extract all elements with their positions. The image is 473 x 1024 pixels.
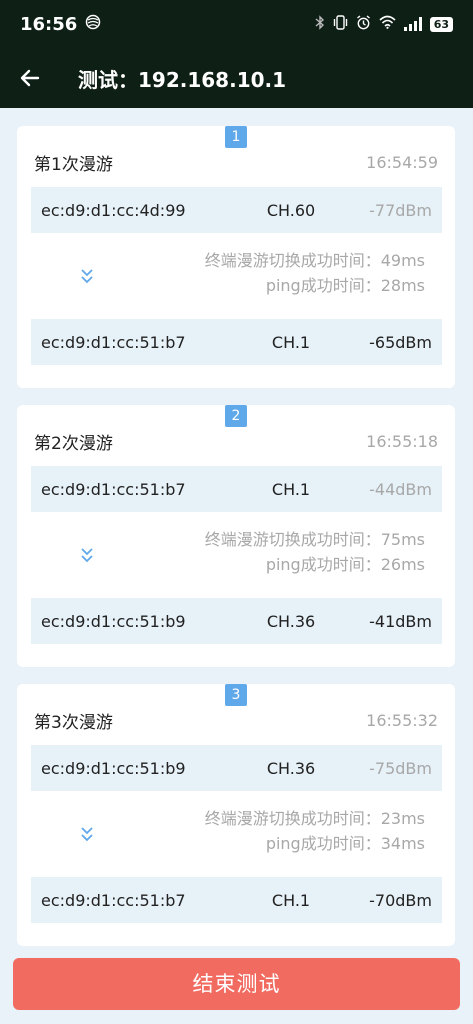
card-header: 第2次漫游 16:55:18	[17, 429, 455, 454]
ap-mac: ec:d9:d1:cc:51:b9	[41, 758, 186, 778]
roam-timing-info: 终端漫游切换成功时间：23ms ping成功时间：34ms	[205, 806, 425, 856]
target-ap-row: ec:d9:d1:cc:51:b7 CH.1 -65dBm	[31, 319, 442, 365]
status-icons: 63	[315, 14, 453, 34]
ping-time-text: ping成功时间：28ms	[265, 276, 425, 295]
roam-record-card: 2 第2次漫游 16:55:18 ec:d9:d1:cc:51:b7 CH.1 …	[17, 405, 455, 667]
target-ap-row: ec:d9:d1:cc:51:b9 CH.36 -41dBm	[31, 598, 442, 644]
ap-mac: ec:d9:d1:cc:51:b7	[41, 332, 186, 352]
ap-mac: ec:d9:d1:cc:51:b9	[41, 611, 186, 631]
roam-record-card: 1 第1次漫游 16:54:59 ec:d9:d1:cc:4d:99 CH.60…	[17, 126, 455, 388]
ap-channel: CH.1	[271, 479, 311, 499]
roam-transition: 终端漫游切换成功时间：23ms ping成功时间：34ms	[17, 804, 455, 874]
carrier-icon	[85, 14, 101, 34]
record-title: 第3次漫游	[34, 712, 113, 733]
record-index-badge: 3	[225, 684, 247, 706]
record-time: 16:55:32	[366, 710, 438, 730]
roam-record-card: 3 第3次漫游 16:55:32 ec:d9:d1:cc:51:b9 CH.36…	[17, 684, 455, 946]
switch-time-text: 终端漫游切换成功时间：49ms	[204, 251, 425, 270]
source-ap-row: ec:d9:d1:cc:4d:99 CH.60 -77dBm	[31, 187, 442, 233]
vibrate-icon	[333, 14, 348, 34]
double-chevron-down-icon	[80, 826, 94, 846]
ap-rssi: -44dBm	[369, 479, 432, 499]
source-ap-row: ec:d9:d1:cc:51:b7 CH.1 -44dBm	[31, 466, 442, 512]
ap-rssi: -41dBm	[369, 611, 432, 631]
ap-channel: CH.1	[271, 890, 311, 910]
record-index-badge: 2	[225, 405, 247, 427]
record-title: 第2次漫游	[34, 433, 113, 454]
signal-icon	[403, 17, 422, 31]
double-chevron-down-icon	[80, 547, 94, 567]
ap-channel: CH.36	[266, 611, 316, 631]
wifi-icon	[379, 15, 396, 33]
switch-time-text: 终端漫游切换成功时间：23ms	[204, 809, 425, 828]
roam-transition: 终端漫游切换成功时间：75ms ping成功时间：26ms	[17, 525, 455, 595]
end-test-button[interactable]: 结束测试	[13, 958, 460, 1010]
bluetooth-icon	[315, 14, 325, 34]
record-title: 第1次漫游	[34, 154, 113, 175]
card-header: 第1次漫游 16:54:59	[17, 150, 455, 175]
double-chevron-down-icon	[80, 268, 94, 288]
record-time: 16:54:59	[366, 152, 438, 172]
roam-transition: 终端漫游切换成功时间：49ms ping成功时间：28ms	[17, 246, 455, 316]
back-arrow-icon[interactable]	[0, 48, 60, 108]
switch-time-text: 终端漫游切换成功时间：75ms	[204, 530, 425, 549]
ap-channel: CH.1	[271, 332, 311, 352]
ap-rssi: -77dBm	[369, 200, 432, 220]
ap-mac: ec:d9:d1:cc:4d:99	[41, 200, 186, 220]
ap-channel: CH.36	[266, 758, 316, 778]
app-bar: 测试：192.168.10.1	[0, 48, 473, 108]
roam-timing-info: 终端漫游切换成功时间：75ms ping成功时间：26ms	[205, 527, 425, 577]
ap-channel: CH.60	[266, 200, 316, 220]
target-ap-row: ec:d9:d1:cc:51:b7 CH.1 -70dBm	[31, 877, 442, 923]
record-time: 16:55:18	[366, 431, 438, 451]
alarm-icon	[356, 14, 371, 34]
roam-timing-info: 终端漫游切换成功时间：49ms ping成功时间：28ms	[205, 248, 425, 298]
ping-time-text: ping成功时间：34ms	[265, 834, 425, 853]
ap-rssi: -75dBm	[369, 758, 432, 778]
status-time: 16:56	[20, 13, 78, 35]
ap-rssi: -70dBm	[369, 890, 432, 910]
record-index-badge: 1	[225, 126, 247, 148]
ap-mac: ec:d9:d1:cc:51:b7	[41, 890, 186, 910]
ping-time-text: ping成功时间：26ms	[265, 555, 425, 574]
status-bar: 16:56 63	[0, 0, 473, 48]
page-title: 测试：192.168.10.1	[78, 67, 287, 92]
ap-rssi: -65dBm	[369, 332, 432, 352]
ap-mac: ec:d9:d1:cc:51:b7	[41, 479, 186, 499]
battery-icon: 63	[429, 16, 453, 32]
source-ap-row: ec:d9:d1:cc:51:b9 CH.36 -75dBm	[31, 745, 442, 791]
card-header: 第3次漫游 16:55:32	[17, 708, 455, 733]
